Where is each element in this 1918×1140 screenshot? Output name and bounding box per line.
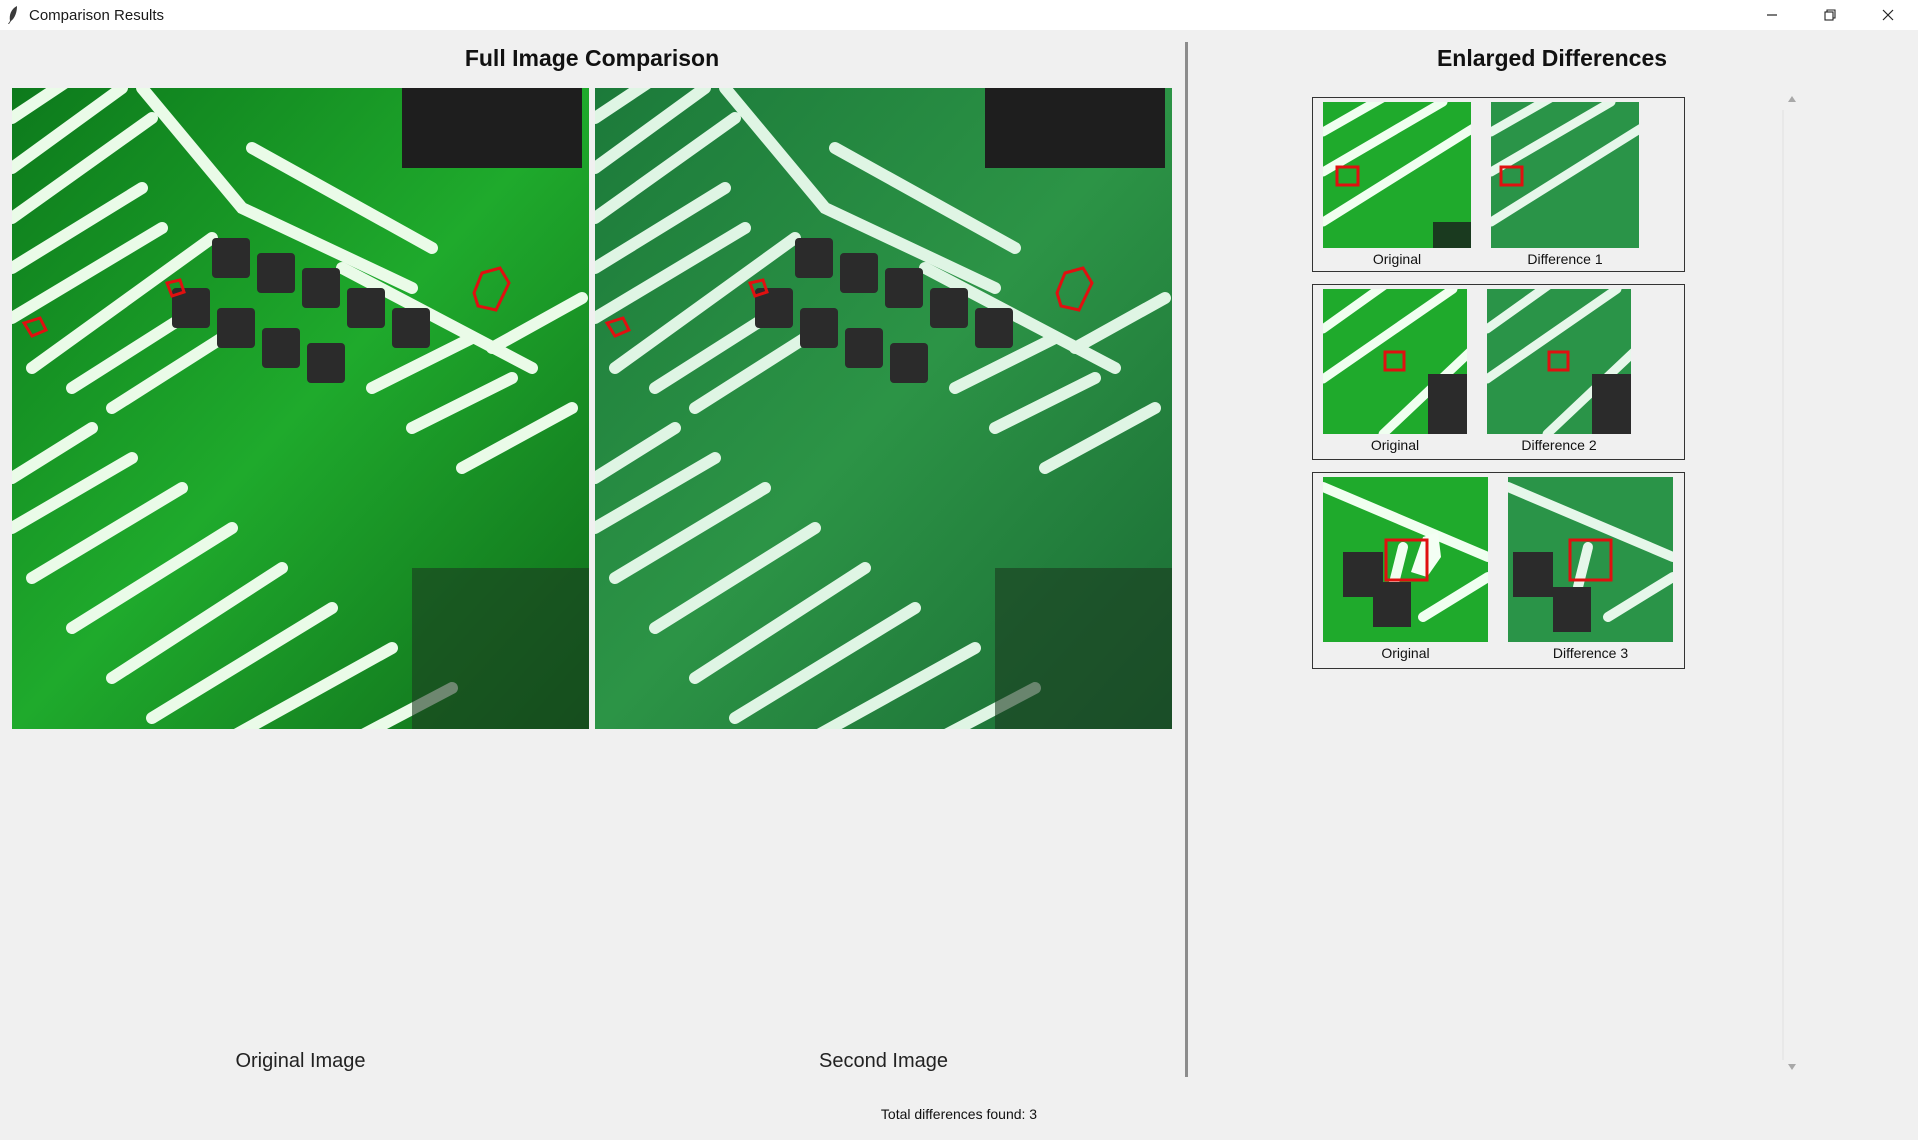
difference-3-original-thumbnail [1323, 477, 1488, 642]
minimize-button[interactable] [1743, 0, 1801, 30]
window-title: Comparison Results [29, 7, 165, 24]
difference-2-original-thumbnail [1323, 289, 1467, 434]
difference-1-original-thumbnail [1323, 102, 1471, 248]
title-bar: Comparison Results [0, 0, 1918, 30]
close-button[interactable] [1859, 0, 1917, 30]
restore-icon [1824, 9, 1836, 21]
feather-icon [8, 6, 17, 24]
difference-1-diff-thumbnail [1491, 102, 1639, 248]
original-image-caption: Original Image [235, 1050, 366, 1072]
second-full-image [595, 88, 1172, 729]
difference-card-1: Original Difference 1 [1312, 97, 1685, 272]
difference-2-diff-thumbnail [1487, 289, 1631, 434]
close-icon [1882, 9, 1894, 21]
difference-3-original-label: Original [1381, 645, 1430, 661]
panel-divider [1185, 42, 1188, 1077]
enlarged-differences-title: Enlarged Differences [1436, 45, 1668, 71]
full-comparison-title: Full Image Comparison [464, 45, 720, 71]
difference-3-diff-thumbnail [1508, 477, 1673, 642]
difference-card-3: Original Difference 3 [1312, 472, 1685, 669]
second-image-caption: Second Image [819, 1050, 948, 1072]
scrollbar-track[interactable] [1782, 110, 1784, 1060]
scroll-up-icon[interactable] [1785, 92, 1799, 106]
difference-card-2: Original Difference 2 [1312, 284, 1685, 460]
difference-3-diff-label: Difference 3 [1552, 645, 1629, 661]
minimize-icon [1767, 14, 1777, 16]
difference-1-diff-label: Difference 1 [1527, 251, 1603, 267]
difference-2-diff-label: Difference 2 [1521, 437, 1597, 453]
difference-1-original-label: Original [1372, 251, 1422, 267]
total-differences-status: Total differences found: 3 [880, 1106, 1038, 1122]
scroll-down-icon[interactable] [1785, 1060, 1799, 1074]
restore-button[interactable] [1801, 0, 1859, 30]
difference-2-original-label: Original [1370, 437, 1420, 453]
original-full-image [12, 88, 589, 729]
